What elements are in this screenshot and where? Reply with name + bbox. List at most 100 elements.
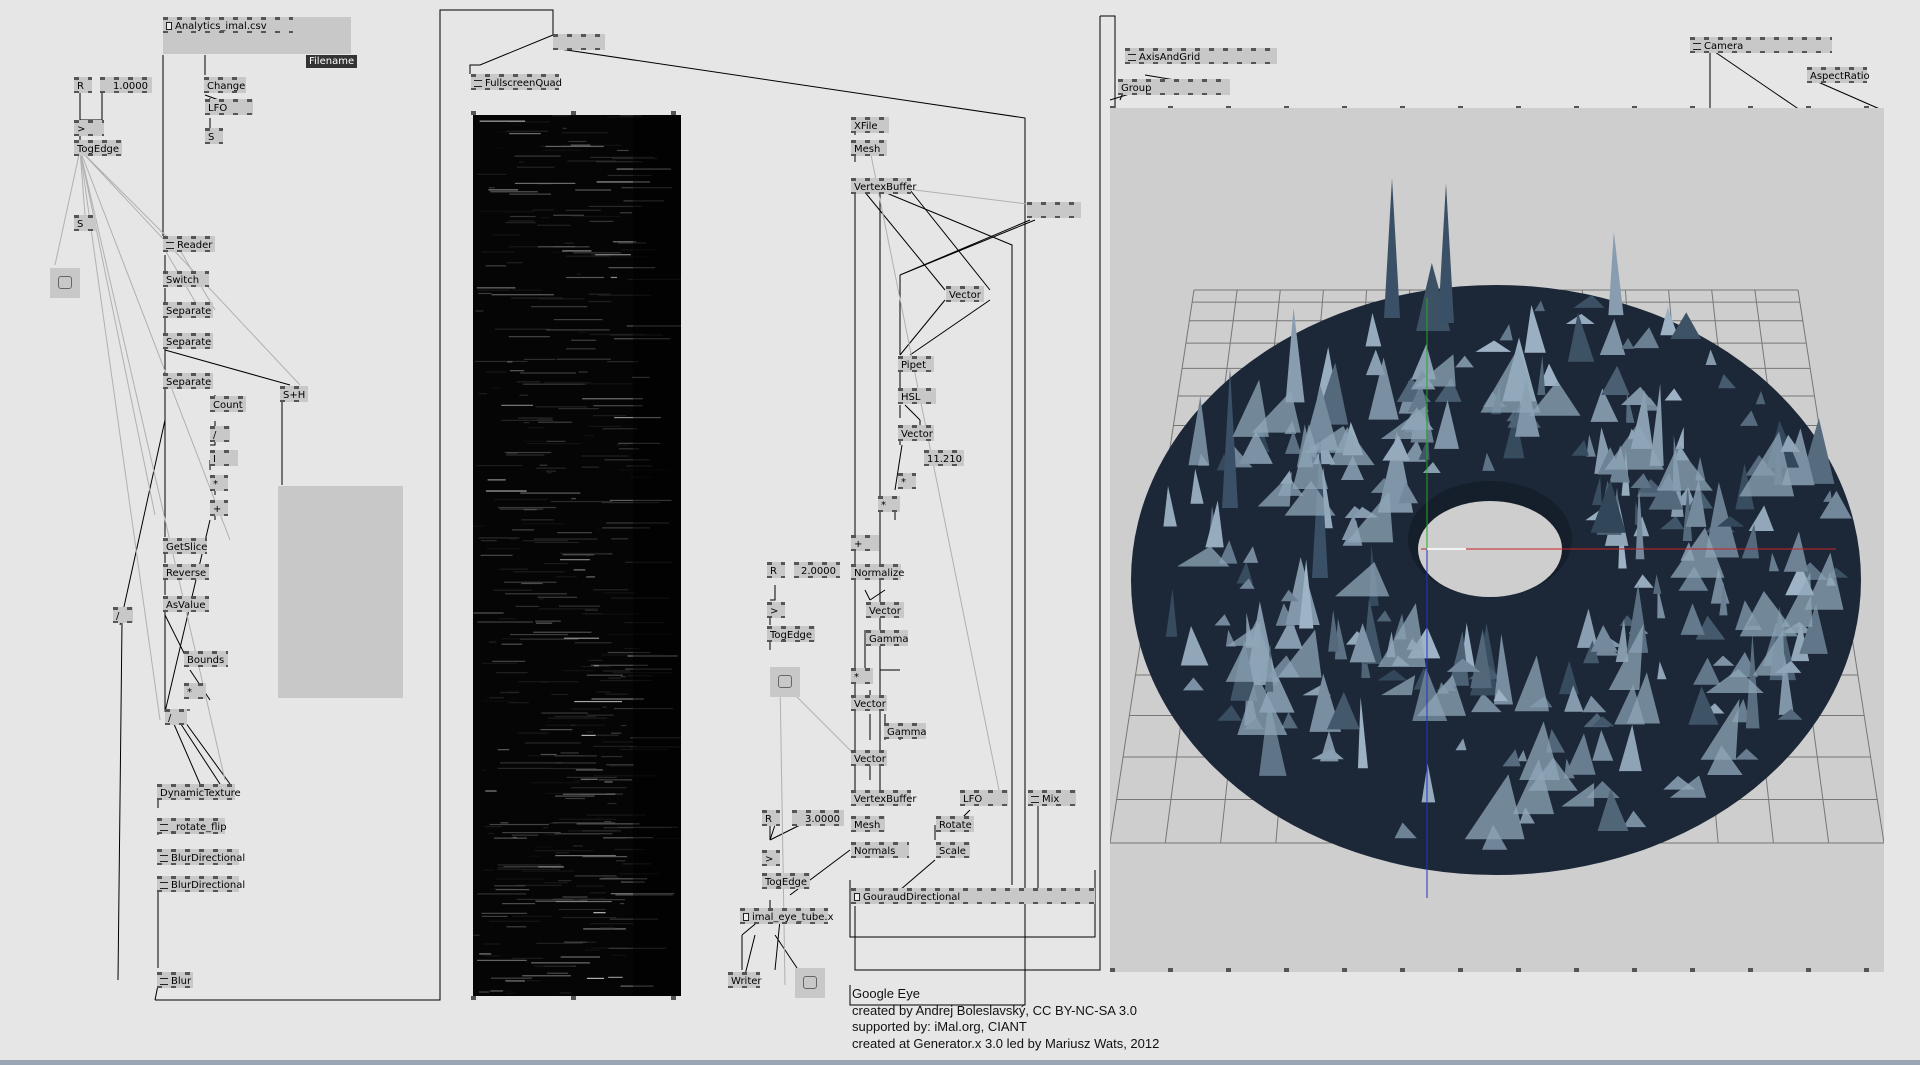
gamma-node-2[interactable]: Gamma <box>884 723 927 739</box>
lfo-node-2[interactable]: LFO <box>960 790 1008 806</box>
lfo-node-1[interactable]: LFO <box>205 99 253 115</box>
rotate-flip-node[interactable]: _rotate_flip <box>157 818 227 834</box>
normals-node[interactable]: Normals <box>851 842 909 858</box>
camera-node[interactable]: Camera <box>1690 37 1832 53</box>
renderer-3d-view[interactable] <box>1110 108 1884 972</box>
blur-directional-node-1[interactable]: BlurDirectional <box>157 849 245 865</box>
separate-node-2[interactable]: Separate <box>163 333 213 349</box>
bottom-scrollbar[interactable] <box>0 1060 1920 1065</box>
xfile-node[interactable]: XFile <box>851 117 889 133</box>
separate-node-3[interactable]: Separate <box>163 373 213 389</box>
axis-and-grid-node[interactable]: AxisAndGrid <box>1125 48 1277 64</box>
change-node[interactable]: Change <box>204 77 246 93</box>
togedge-node-2[interactable]: TogEdge <box>767 626 815 642</box>
gt-node-2[interactable]: > <box>767 602 785 618</box>
vector-node-5[interactable]: Vector <box>851 750 887 766</box>
divide-node-1[interactable]: / <box>210 426 230 442</box>
dynamic-texture-node[interactable]: DynamicTexture <box>157 784 241 800</box>
writer-node[interactable]: Writer <box>728 972 762 988</box>
vector-node-1[interactable]: Vector <box>946 286 984 302</box>
hsl-node[interactable]: HSL <box>898 388 936 404</box>
value-box-2[interactable]: 11.210 <box>924 450 964 466</box>
texture-streak <box>491 887 515 890</box>
multiply-node-3[interactable]: * <box>898 473 916 489</box>
texture-streak <box>557 880 572 882</box>
value-box-1[interactable]: 1.0000 <box>100 77 152 93</box>
bang-toggle-3[interactable] <box>795 968 825 998</box>
togedge-node-3[interactable]: TogEdge <box>762 873 810 889</box>
node-label: Blur <box>171 976 192 987</box>
texture-preview-renderer[interactable] <box>473 115 681 996</box>
analytics-file-node[interactable]: Analytics_imal.csv <box>163 17 293 33</box>
gt-node-1[interactable]: > <box>74 120 104 136</box>
scale-node[interactable]: Scale <box>936 842 970 858</box>
texture-streak <box>508 246 554 248</box>
multiply-node-1[interactable]: * <box>210 475 228 491</box>
texture-streak <box>570 144 591 146</box>
texture-streak <box>480 554 513 556</box>
getslice-node[interactable]: GetSlice <box>163 538 207 554</box>
togedge-node-1[interactable]: TogEdge <box>74 140 122 156</box>
r-node-3[interactable]: R <box>762 810 780 826</box>
s-node-2[interactable]: S <box>74 215 96 231</box>
gt-node-3[interactable]: > <box>762 850 780 866</box>
value-box-3[interactable]: 2.0000 <box>794 562 840 578</box>
r-node-2[interactable]: R <box>767 562 785 578</box>
separate-node-1[interactable]: Separate <box>163 302 213 318</box>
vector-node-4[interactable]: Vector <box>851 695 887 711</box>
rotate-node[interactable]: Rotate <box>936 816 974 832</box>
multiply-node-4[interactable]: * <box>878 496 900 512</box>
switch-node[interactable]: Switch <box>163 271 209 287</box>
reverse-node[interactable]: Reverse <box>163 564 209 580</box>
blur-directional-node-2[interactable]: BlurDirectional <box>157 876 245 892</box>
empty-node-mid[interactable] <box>1027 202 1081 218</box>
pipet-node[interactable]: Pipet <box>898 356 934 372</box>
multiply-node-2[interactable]: * <box>184 683 206 699</box>
bounds-node[interactable]: Bounds <box>184 651 228 667</box>
s-node-1[interactable]: S <box>205 128 223 144</box>
texture-streak <box>521 519 554 521</box>
preview-panel[interactable] <box>278 486 403 698</box>
fullscreen-quad-node[interactable]: FullscreenQuad <box>471 74 562 90</box>
count-node[interactable]: Count <box>210 396 246 412</box>
gouraud-directional-node[interactable]: GouraudDirectional <box>851 888 1095 904</box>
texture-streak <box>536 467 566 469</box>
bang-toggle-2[interactable] <box>770 667 800 697</box>
texture-streak <box>534 594 569 597</box>
add-node-1[interactable]: + <box>210 500 228 516</box>
texture-streak <box>559 559 590 561</box>
texture-streak <box>601 755 623 758</box>
vertexbuffer-node-1[interactable]: VertexBuffer <box>851 178 917 194</box>
vertexbuffer-node-2[interactable]: VertexBuffer <box>851 790 917 806</box>
i-node[interactable]: I <box>210 450 238 466</box>
tube-file-node[interactable]: imal_eye_tube.x <box>740 908 834 924</box>
bang-toggle-1[interactable] <box>50 268 80 298</box>
multiply-node-5[interactable]: * <box>851 668 873 684</box>
texture-streak <box>518 732 549 734</box>
texture-streak <box>511 289 543 291</box>
value-box-4[interactable]: 3.0000 <box>792 810 844 826</box>
mix-node[interactable]: Mix <box>1028 790 1076 806</box>
vector-node-3[interactable]: Vector <box>866 602 904 618</box>
add-node-2[interactable]: + <box>851 535 879 551</box>
vector-node-2[interactable]: Vector <box>898 425 934 441</box>
mesh-node-1[interactable]: Mesh <box>851 140 887 156</box>
group-node[interactable]: Group <box>1118 79 1230 95</box>
normalize-node[interactable]: Normalize <box>851 564 904 580</box>
asvalue-node[interactable]: AsValue <box>163 596 209 612</box>
toggle-button-icon <box>58 276 72 289</box>
texture-streak <box>577 331 588 333</box>
aspect-ratio-node[interactable]: AspectRatio <box>1807 67 1870 83</box>
gamma-node-1[interactable]: Gamma <box>866 630 909 646</box>
texture-streak <box>533 538 598 540</box>
mesh-node-2[interactable]: Mesh <box>851 816 885 832</box>
blur-node[interactable]: Blur <box>157 972 193 988</box>
empty-node-top[interactable] <box>553 34 605 50</box>
reader-node[interactable]: Reader <box>163 236 215 252</box>
sample-hold-node[interactable]: S+H <box>280 386 308 402</box>
r-node-1[interactable]: R <box>74 77 92 93</box>
texture-streak <box>505 222 536 224</box>
texture-streak <box>620 724 627 727</box>
divide-node-3[interactable]: / <box>113 607 133 623</box>
divide-node-2[interactable]: / <box>165 709 187 725</box>
